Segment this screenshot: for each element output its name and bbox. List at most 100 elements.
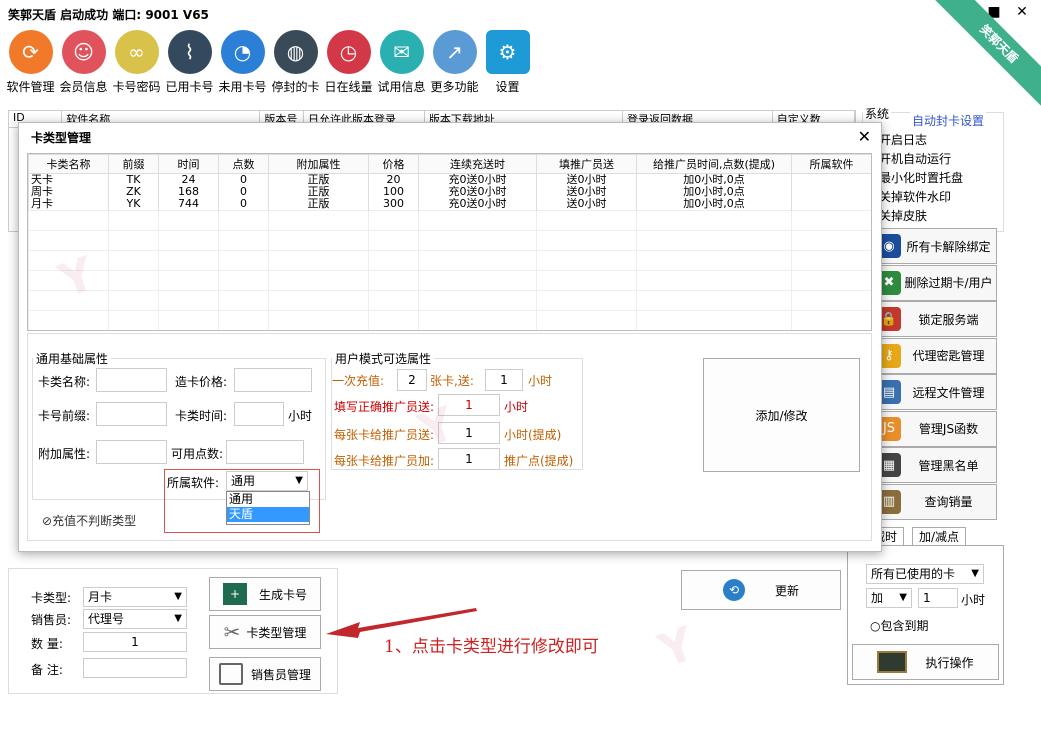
grid-column-header[interactable]: 给推广员时间,点数(提成): [636, 154, 792, 174]
qty-label: 数 量:: [31, 637, 63, 651]
card-type-select[interactable]: 月卡 ▼: [83, 587, 187, 607]
points-input[interactable]: [226, 440, 304, 464]
right-button-5[interactable]: JS 管理JS函数: [872, 410, 997, 447]
toolbar-button-2[interactable]: ∞ 卡号密码: [110, 30, 163, 95]
empty-cell: [108, 210, 159, 231]
refresh-button[interactable]: ⟲ 更新: [681, 570, 841, 610]
main-toolbar: ⟳ 软件管理 ☺ 会员信息 ∞ 卡号密码 ⌇ 已用卡号 ◔ 未用卡号 ◍ 停封的卡 ◷ 日在线量 ✉ 试用信息…: [4, 30, 534, 95]
empty-cell: [636, 250, 792, 271]
sys-item-log[interactable]: 开启日志: [879, 131, 927, 148]
sys-item-autostart[interactable]: 开机自动运行: [879, 150, 951, 167]
per-card-add-input[interactable]: 1: [438, 448, 500, 470]
right-button-2[interactable]: 🔒 锁定服务端: [872, 301, 997, 337]
toolbar-button-7[interactable]: ✉ 试用信息: [375, 30, 428, 95]
make-price-input[interactable]: [234, 368, 312, 392]
qty-input[interactable]: 1: [83, 632, 187, 652]
grid-column-header[interactable]: 填推广员送: [536, 154, 637, 174]
grid-column-header[interactable]: 所属软件: [791, 154, 871, 174]
refresh-label: 更新: [774, 583, 799, 598]
no-type-check-checkbox[interactable]: ⊘充值不判断类型: [42, 512, 136, 529]
software-select[interactable]: 通用 ▼: [226, 471, 308, 491]
software-option[interactable]: 通用: [227, 492, 309, 507]
right-button-6[interactable]: ▦ 管理黑名单: [872, 447, 997, 483]
toolbar-button-6[interactable]: ◷ 日在线量: [322, 30, 375, 95]
table-row[interactable]: 天卡 TK 24 0 正版 20 充0送0小时 送0小时 加0小时,0点: [28, 173, 871, 186]
table-cell: 加0小时,0点: [636, 198, 792, 211]
grid-column-header[interactable]: 连续充送时: [418, 154, 537, 174]
table-cell: 充0送0小时: [418, 173, 537, 186]
empty-row: [28, 290, 871, 311]
per-card-add-unit: 推广点(提成): [504, 454, 574, 468]
tools-icon: ✂: [223, 620, 241, 644]
extra-attr-input[interactable]: [96, 440, 167, 464]
table-row[interactable]: 月卡 YK 744 0 正版 300 充0送0小时 送0小时 加0小时,0点: [28, 198, 871, 211]
card-name-input[interactable]: [96, 368, 167, 392]
sys-item-tray[interactable]: 最小化时置托盘: [879, 169, 963, 186]
card-time-input[interactable]: [234, 402, 284, 426]
include-expired-label: 包含到期: [880, 619, 929, 633]
empty-cell: [418, 230, 537, 251]
empty-cell: [791, 230, 871, 251]
sys-item-watermark[interactable]: 关掉软件水印: [879, 188, 951, 205]
toolbar-button-9[interactable]: ⚙ 设置: [481, 30, 534, 95]
recharge-input[interactable]: 2: [397, 369, 427, 391]
empty-cell: [636, 310, 792, 330]
toolbar-button-5[interactable]: ◍ 停封的卡: [269, 30, 322, 95]
empty-cell: [28, 310, 109, 330]
chevron-down-icon: ▼: [899, 592, 907, 603]
toolbar-button-4[interactable]: ◔ 未用卡号: [216, 30, 269, 95]
execute-button[interactable]: 执行操作: [852, 644, 999, 680]
grid-column-header[interactable]: 点数: [218, 154, 269, 174]
seller-select[interactable]: 代理号 ▼: [83, 609, 187, 629]
empty-cell: [791, 290, 871, 311]
recharge-gift-input[interactable]: 1: [485, 369, 523, 391]
grid-column-header[interactable]: 附加属性: [268, 154, 369, 174]
table-cell: 0: [218, 173, 269, 186]
op-select[interactable]: 加 ▼: [866, 588, 912, 608]
gear-icon: ⚙: [485, 30, 530, 74]
right-button-1[interactable]: ✖ 删除过期卡/用户: [872, 264, 997, 301]
toolbar-label: 设置: [495, 80, 520, 94]
link-icon: ∞: [114, 30, 159, 74]
right-button-0[interactable]: ◉ 所有卡解除绑定: [872, 228, 997, 264]
empty-row: [28, 210, 871, 231]
card-time-label: 卡类时间:: [175, 409, 228, 423]
toolbar-button-0[interactable]: ⟳ 软件管理: [4, 30, 57, 95]
generate-card-button[interactable]: + 生成卡号: [209, 577, 321, 611]
grid-column-header[interactable]: 卡类名称: [28, 154, 109, 174]
card-prefix-label: 卡号前缀:: [38, 409, 91, 423]
annotation-text: 1、点击卡类型进行修改即可: [384, 637, 599, 657]
amount-unit: 小时: [961, 593, 986, 607]
auto-seal-link[interactable]: 自动封卡设置: [910, 112, 987, 129]
amount-input[interactable]: 1: [918, 588, 958, 608]
card-prefix-input[interactable]: [96, 402, 167, 426]
per-card-input[interactable]: 1: [438, 422, 500, 444]
right-button-4[interactable]: ▤ 远程文件管理: [872, 374, 997, 410]
toolbar-button-3[interactable]: ⌇ 已用卡号: [163, 30, 216, 95]
dialog-close-icon[interactable]: ✕: [858, 127, 871, 146]
tab-adjust-points[interactable]: 加/减点: [912, 527, 967, 546]
include-expired-radio[interactable]: ○包含到期: [870, 617, 929, 634]
recharge-mid-label: 张卡,送:: [430, 374, 474, 388]
watermark-logo: Y: [651, 615, 702, 679]
toolbar-button-8[interactable]: ↗ 更多功能: [428, 30, 481, 95]
members-icon: ☺: [61, 30, 106, 74]
right-button-3[interactable]: ⚷ 代理密匙管理: [872, 337, 997, 374]
table-cell: 0: [218, 198, 269, 211]
promoter-input[interactable]: 1: [438, 394, 500, 416]
seller-manage-button[interactable]: 销售员管理: [209, 657, 321, 691]
empty-cell: [418, 250, 537, 271]
card-type-manage-button[interactable]: ✂ 卡类型管理: [209, 615, 321, 649]
add-modify-button[interactable]: 添加/修改: [703, 358, 860, 472]
grid-column-header[interactable]: 前缀: [108, 154, 159, 174]
right-button-7[interactable]: ▥ 查询销量: [872, 483, 997, 520]
grid-column-header[interactable]: 时间: [158, 154, 219, 174]
card-scope-select[interactable]: 所有已使用的卡 ▼: [866, 564, 984, 584]
toolbar-button-1[interactable]: ☺ 会员信息: [57, 30, 110, 95]
sys-item-skin[interactable]: 关掉皮肤: [879, 207, 927, 224]
software-option-selected[interactable]: 天盾: [227, 507, 309, 522]
empty-cell: [536, 310, 637, 330]
grid-column-header[interactable]: 价格: [368, 154, 419, 174]
note-input[interactable]: [83, 658, 187, 678]
table-row[interactable]: 周卡 ZK 168 0 正版 100 充0送0小时 送0小时 加0小时,0点: [28, 186, 871, 198]
